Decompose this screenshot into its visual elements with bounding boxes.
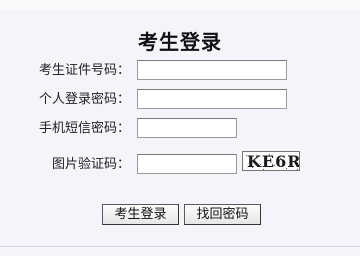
captcha-image[interactable]: KE6R <box>242 151 300 171</box>
captcha-label: 图片验证码： <box>51 157 130 172</box>
recover-password-button[interactable]: 找回密码 <box>184 204 261 225</box>
page-title: 考生登录 <box>138 30 222 54</box>
sms-code-label: 手机短信密码： <box>38 121 130 136</box>
sms-code-input[interactable] <box>137 118 237 138</box>
id-number-label: 考生证件号码： <box>38 63 130 78</box>
id-number-input[interactable] <box>137 60 287 80</box>
captcha-input[interactable] <box>137 154 237 174</box>
bottom-divider <box>0 246 360 247</box>
top-strip <box>0 0 360 10</box>
password-input[interactable] <box>137 89 287 109</box>
password-label: 个人登录密码： <box>38 92 130 107</box>
captcha-text: KE6R <box>247 152 300 171</box>
login-button[interactable]: 考生登录 <box>102 204 179 225</box>
